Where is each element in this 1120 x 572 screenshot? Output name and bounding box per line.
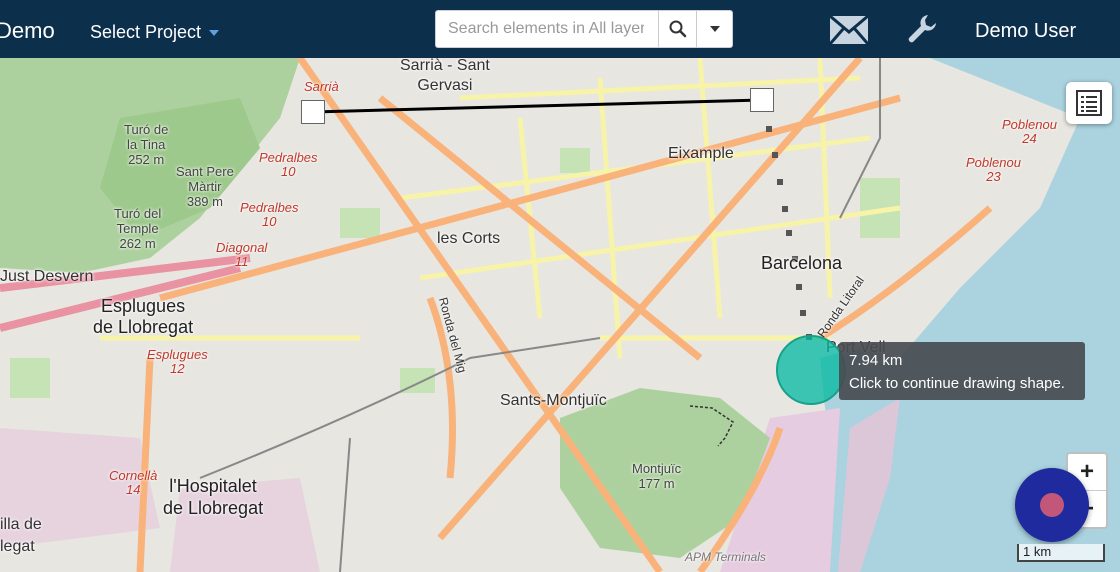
label-diagonal-11: Diagonal 11 (216, 240, 268, 269)
label-pedralbes-10: Pedralbes 10 (259, 150, 318, 179)
label-poblenou-23: Poblenou 23 (966, 155, 1021, 184)
label-just-desvern: Just Desvern (0, 268, 94, 285)
user-menu[interactable]: Demo User (975, 20, 1076, 43)
wrench-icon (908, 15, 936, 43)
search-icon (669, 20, 687, 38)
measure-vertex-start[interactable] (301, 100, 325, 124)
search-scope-dropdown[interactable] (696, 11, 733, 47)
caret-down-icon (209, 30, 220, 37)
settings-button[interactable] (906, 13, 938, 50)
map-canvas[interactable]: Sarrià - Sant Gervasi Eixample les Corts … (0, 58, 1120, 572)
select-project-label: Select Project (90, 22, 202, 42)
label-poblenou-24: Poblenou 24 (1002, 117, 1057, 146)
layers-list-icon (1076, 90, 1102, 116)
messages-button[interactable] (828, 14, 870, 50)
label-sant-pere-martir: Sant Pere Màrtir 389 m (176, 164, 234, 209)
search-button[interactable] (658, 11, 697, 47)
layers-panel-button[interactable] (1066, 82, 1112, 124)
label-cornella-14: Cornellà 14 (109, 468, 158, 497)
envelope-icon (828, 14, 870, 45)
label-barcelona: Barcelona (761, 253, 843, 273)
label-sants-montjuic: Sants-Montjuïc (500, 392, 607, 409)
caret-down-icon (710, 26, 720, 32)
scale-bar: 1 km (1017, 544, 1105, 562)
measure-tooltip: 7.94 km Click to continue drawing shape. (839, 342, 1085, 400)
label-hospitalet: l'Hospitalet de Llobregat (163, 476, 264, 518)
label-turo-del-temple: Turó del Temple 262 m (114, 206, 162, 251)
search-box (435, 10, 733, 48)
label-esplugues: Esplugues de Llobregat (93, 296, 194, 337)
label-eixample: Eixample (668, 145, 734, 162)
measure-vertex-end[interactable] (750, 88, 774, 112)
draw-tool-fab[interactable] (1015, 468, 1089, 542)
measure-distance: 7.94 km (849, 352, 903, 369)
label-sarria-sant-gervasi: Sarrià - Sant Gervasi (400, 58, 490, 94)
search-input[interactable] (436, 11, 656, 47)
draw-cursor-marker[interactable] (776, 335, 846, 405)
label-llobregat-fragment: legat (0, 538, 35, 555)
label-les-corts: les Corts (437, 230, 501, 247)
record-dot-icon (1040, 493, 1064, 517)
top-navbar: Demo Select Project Demo User (0, 0, 1120, 58)
label-montjuic: Montjuïc 177 m (632, 461, 682, 491)
brand-title[interactable]: Demo (0, 18, 55, 44)
label-turo-de-la-tina: Turó de la Tina 252 m (124, 122, 169, 167)
label-pedralbes-10b: Pedralbes 10 (240, 200, 299, 229)
label-villa-fragment: illa de (0, 516, 42, 533)
label-esplugues-12: Esplugues 12 (147, 347, 208, 376)
select-project-dropdown[interactable]: Select Project (90, 22, 220, 43)
measure-hint: Click to continue drawing shape. (849, 375, 1065, 392)
label-apm-terminals: APM Terminals (685, 550, 766, 564)
label-sarria: Sarrià (304, 79, 339, 94)
